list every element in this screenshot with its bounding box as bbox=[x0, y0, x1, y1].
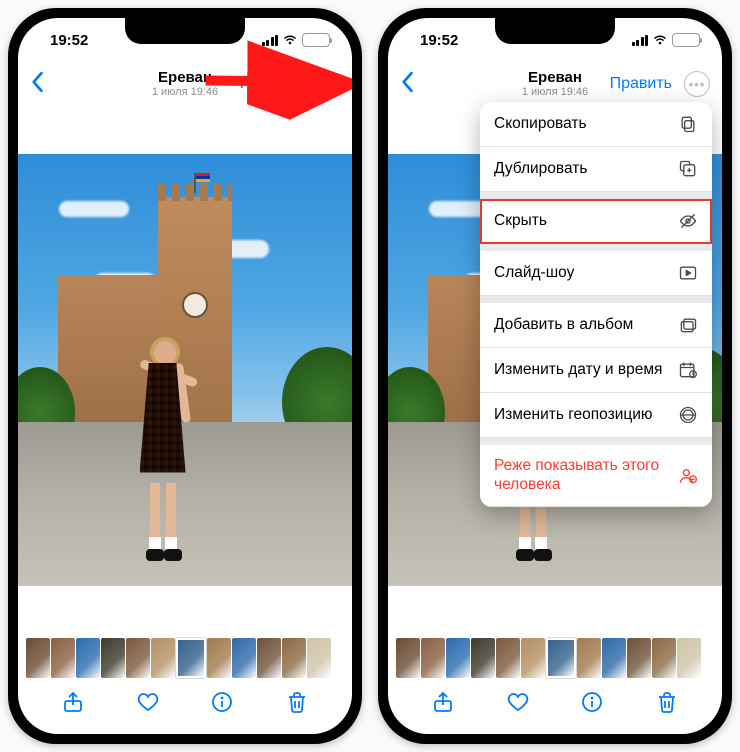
thumbnail[interactable] bbox=[26, 638, 50, 678]
thumbnail[interactable] bbox=[496, 638, 520, 678]
share-button[interactable] bbox=[61, 690, 85, 719]
cellular-icon bbox=[632, 35, 649, 46]
nav-bar: Ереван 1 июля 19:46 Править ••• bbox=[388, 62, 722, 106]
person-minus-icon bbox=[678, 466, 698, 486]
thumbnail[interactable] bbox=[677, 638, 701, 678]
menu-hide[interactable]: Скрыть bbox=[480, 199, 712, 244]
menu-copy[interactable]: Скопировать bbox=[480, 102, 712, 147]
cellular-icon bbox=[262, 35, 279, 46]
thumbnail[interactable] bbox=[232, 638, 256, 678]
menu-label: Изменить дату и время bbox=[494, 361, 662, 380]
thumbnail[interactable] bbox=[521, 638, 545, 678]
thumbnail[interactable] bbox=[396, 638, 420, 678]
info-button[interactable] bbox=[210, 690, 234, 719]
menu-slideshow[interactable]: Слайд-шоу bbox=[480, 251, 712, 296]
battery-level: 85 bbox=[310, 34, 322, 46]
thumbnail[interactable] bbox=[627, 638, 651, 678]
nav-title: Ереван bbox=[522, 69, 588, 86]
phone-left: 19:52 85 Ереван 1 июля 19:46 bbox=[8, 8, 362, 744]
bottom-toolbar bbox=[18, 682, 352, 734]
menu-label: Реже показывать этого человека bbox=[494, 457, 678, 494]
battery-indicator: 85 bbox=[302, 33, 330, 47]
favorite-button[interactable] bbox=[506, 690, 530, 719]
status-indicators: 85 bbox=[632, 32, 701, 49]
album-icon bbox=[678, 315, 698, 335]
wifi-icon bbox=[652, 32, 668, 49]
notch bbox=[125, 18, 245, 44]
thumbnail[interactable] bbox=[471, 638, 495, 678]
menu-label: Слайд-шоу bbox=[494, 264, 574, 283]
thumbnail[interactable] bbox=[602, 638, 626, 678]
battery-level: 85 bbox=[680, 34, 692, 46]
screen-left: 19:52 85 Ереван 1 июля 19:46 bbox=[18, 18, 352, 734]
info-button[interactable] bbox=[580, 690, 604, 719]
copy-icon bbox=[678, 114, 698, 134]
share-button[interactable] bbox=[431, 690, 455, 719]
menu-add-album[interactable]: Добавить в альбом bbox=[480, 303, 712, 348]
menu-less-person[interactable]: Реже показывать этого человека bbox=[480, 445, 712, 507]
location-icon bbox=[678, 405, 698, 425]
thumbnail[interactable] bbox=[257, 638, 281, 678]
thumbnail[interactable] bbox=[446, 638, 470, 678]
thumbnail[interactable] bbox=[546, 638, 576, 678]
menu-separator bbox=[480, 244, 712, 251]
menu-label: Скрыть bbox=[494, 212, 547, 231]
menu-separator bbox=[480, 296, 712, 303]
menu-change-date[interactable]: Изменить дату и время bbox=[480, 348, 712, 393]
bottom-toolbar bbox=[388, 682, 722, 734]
wifi-icon bbox=[282, 32, 298, 49]
menu-duplicate[interactable]: Дублировать bbox=[480, 147, 712, 192]
hide-icon bbox=[678, 211, 698, 231]
delete-button[interactable] bbox=[655, 690, 679, 719]
status-time: 19:52 bbox=[420, 32, 458, 49]
back-button[interactable] bbox=[400, 71, 414, 98]
status-time: 19:52 bbox=[50, 32, 88, 49]
back-button[interactable] bbox=[30, 71, 44, 98]
thumbnail[interactable] bbox=[176, 638, 206, 678]
nav-subtitle: 1 июля 19:46 bbox=[522, 86, 588, 99]
thumbnail[interactable] bbox=[76, 638, 100, 678]
favorite-button[interactable] bbox=[136, 690, 160, 719]
menu-label: Дублировать bbox=[494, 160, 587, 179]
thumbnail[interactable] bbox=[151, 638, 175, 678]
context-menu: Скопировать Дублировать Скрыть Слайд-шоу… bbox=[480, 102, 712, 507]
screen-right: 19:52 85 Ереван 1 июля 19:46 bbox=[388, 18, 722, 734]
menu-label: Добавить в альбом bbox=[494, 316, 633, 335]
thumbnail[interactable] bbox=[307, 638, 331, 678]
menu-change-geo[interactable]: Изменить геопозицию bbox=[480, 393, 712, 438]
thumbnail[interactable] bbox=[282, 638, 306, 678]
more-button[interactable]: ••• bbox=[684, 71, 710, 97]
menu-separator bbox=[480, 438, 712, 445]
delete-button[interactable] bbox=[285, 690, 309, 719]
duplicate-icon bbox=[678, 159, 698, 179]
thumbnail-strip[interactable] bbox=[388, 634, 722, 682]
edit-button[interactable]: Править bbox=[610, 75, 672, 93]
menu-separator bbox=[480, 192, 712, 199]
status-indicators: 85 bbox=[262, 32, 331, 49]
thumbnail[interactable] bbox=[421, 638, 445, 678]
battery-indicator: 85 bbox=[672, 33, 700, 47]
notch bbox=[495, 18, 615, 44]
thumbnail[interactable] bbox=[577, 638, 601, 678]
thumbnail[interactable] bbox=[51, 638, 75, 678]
nav-title-block: Ереван 1 июля 19:46 bbox=[522, 69, 588, 99]
thumbnail[interactable] bbox=[652, 638, 676, 678]
photo-viewer[interactable] bbox=[18, 106, 352, 634]
photo-main bbox=[18, 154, 352, 587]
phone-right: 19:52 85 Ереван 1 июля 19:46 bbox=[378, 8, 732, 744]
menu-label: Скопировать bbox=[494, 115, 587, 134]
thumbnail[interactable] bbox=[101, 638, 125, 678]
calendar-icon bbox=[678, 360, 698, 380]
menu-label: Изменить геопозицию bbox=[494, 406, 653, 425]
slideshow-icon bbox=[678, 263, 698, 283]
thumbnail[interactable] bbox=[126, 638, 150, 678]
thumbnail[interactable] bbox=[207, 638, 231, 678]
thumbnail-strip[interactable] bbox=[18, 634, 352, 682]
